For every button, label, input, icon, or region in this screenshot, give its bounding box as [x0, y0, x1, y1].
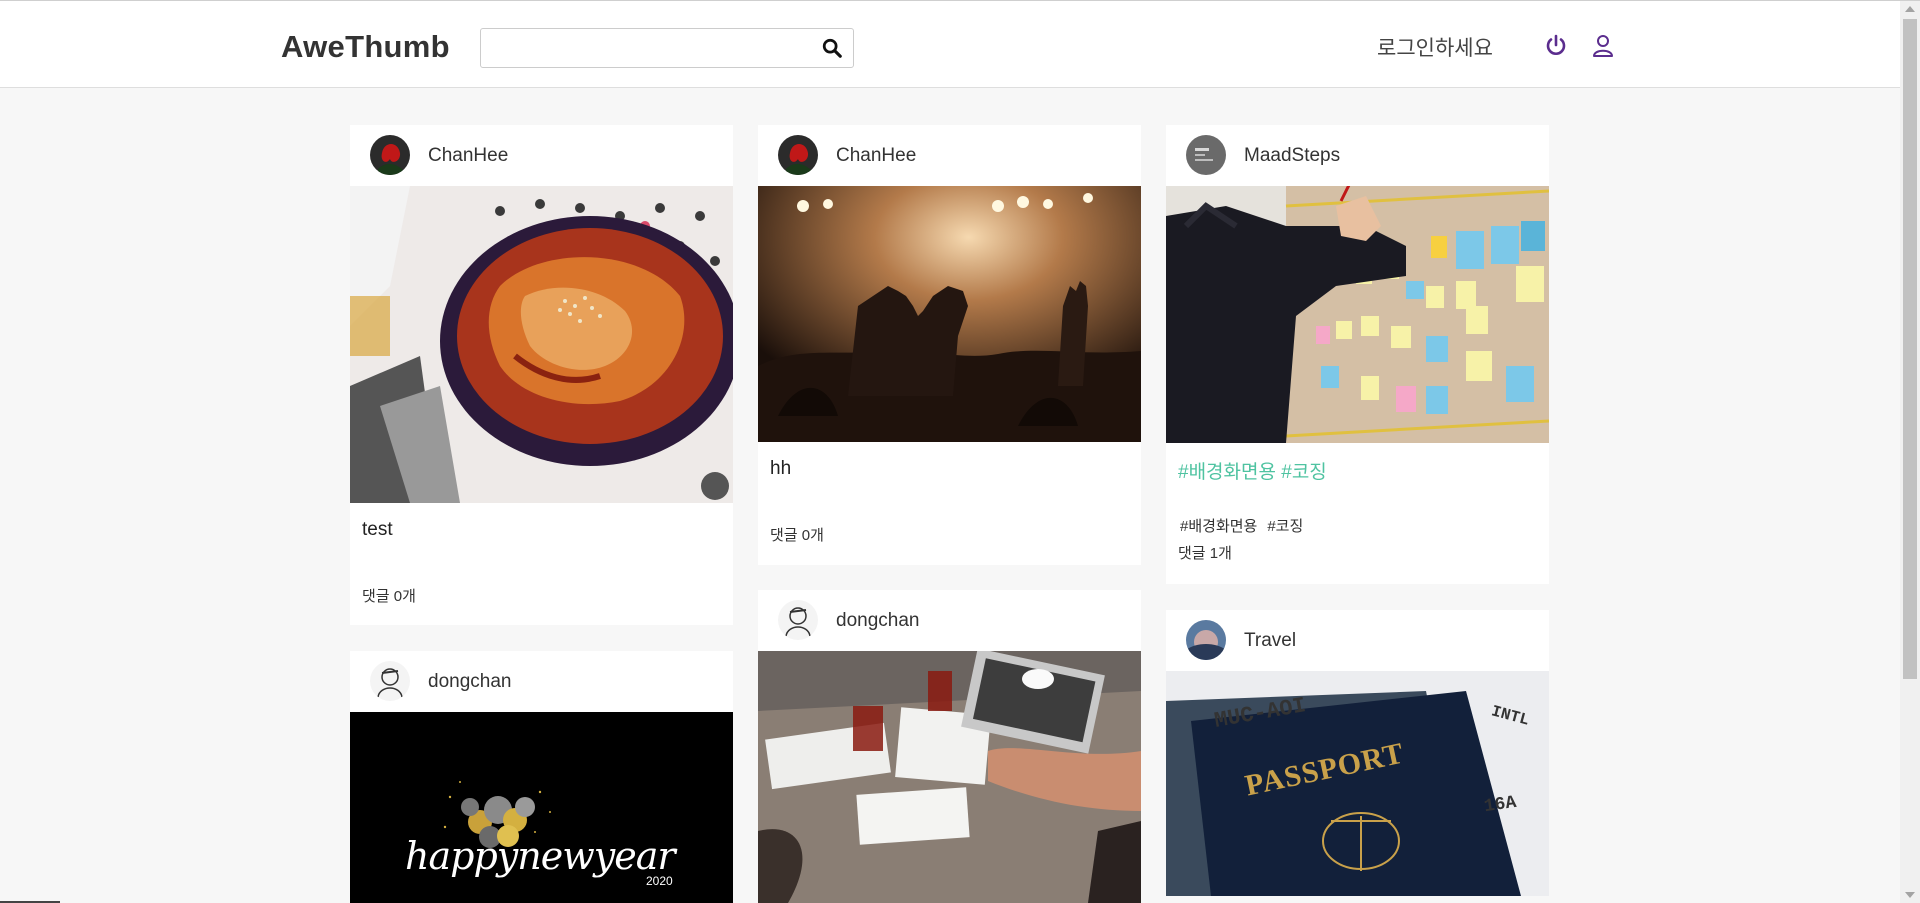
- post-image-passport-ticket[interactable]: MUC-AOI INTL 16A PASSPORT: [1166, 671, 1549, 896]
- post-comment-count[interactable]: 댓글 0개: [350, 585, 733, 606]
- post-card: Travel MUC-AOI INTL 16A PASSPORT: [1166, 610, 1549, 896]
- avatar[interactable]: [370, 135, 410, 175]
- post-username[interactable]: MaadSteps: [1244, 145, 1340, 167]
- post-tags: #배경화면용 #코징: [1166, 515, 1549, 536]
- search-box: [480, 28, 854, 68]
- post-username[interactable]: Travel: [1244, 630, 1296, 652]
- post-image-concert-crowd[interactable]: [758, 186, 1141, 442]
- scroll-up-arrow[interactable]: [1905, 6, 1915, 12]
- post-comment-count[interactable]: 댓글 0개: [758, 524, 1141, 545]
- login-link[interactable]: 로그인하세요: [1377, 32, 1493, 62]
- post-header: Travel: [1166, 610, 1549, 671]
- tag-chip[interactable]: #배경화면용: [1180, 518, 1257, 535]
- power-icon[interactable]: [1544, 34, 1568, 58]
- post-header: ChanHee: [350, 125, 733, 186]
- post-card: dongchan happynewyear 2020: [350, 651, 733, 903]
- vertical-scrollbar[interactable]: [1900, 1, 1920, 903]
- post-username[interactable]: dongchan: [428, 671, 511, 693]
- search-input[interactable]: [489, 35, 803, 63]
- search-icon[interactable]: [821, 37, 843, 59]
- top-navbar: AweThumb 로그인하세요: [0, 1, 1900, 88]
- post-comment-count[interactable]: 댓글 1개: [1166, 542, 1549, 563]
- app-logo[interactable]: AweThumb: [281, 29, 450, 65]
- user-icon[interactable]: [1592, 34, 1614, 58]
- post-card: MaadSteps #배경화면용 #코징 #배경화면용 #코징 댓글 1개: [1166, 125, 1549, 584]
- avatar[interactable]: [778, 600, 818, 640]
- avatar[interactable]: [370, 661, 410, 701]
- avatar[interactable]: [778, 135, 818, 175]
- post-image-cafe-table[interactable]: [758, 651, 1141, 903]
- post-header: MaadSteps: [1166, 125, 1549, 186]
- post-header: dongchan: [758, 590, 1141, 651]
- post-card: ChanHee hh 댓글 0개: [758, 125, 1141, 565]
- scrollbar-thumb[interactable]: [1903, 19, 1917, 679]
- post-username[interactable]: dongchan: [836, 610, 919, 632]
- post-username[interactable]: ChanHee: [836, 145, 916, 167]
- post-image-sticky-notes-board[interactable]: [1166, 186, 1549, 443]
- post-caption: hh: [770, 458, 792, 479]
- post-username[interactable]: ChanHee: [428, 145, 508, 167]
- post-image-food-bowl[interactable]: [350, 186, 733, 503]
- post-card: dongchan: [758, 590, 1141, 903]
- image-year: 2020: [646, 874, 673, 888]
- tag-chip[interactable]: #코징: [1267, 518, 1303, 535]
- image-text: happynewyear: [405, 834, 676, 878]
- avatar[interactable]: [1186, 620, 1226, 660]
- post-card: ChanHee test 댓글 0개: [350, 125, 733, 625]
- post-image-happy-new-year[interactable]: happynewyear 2020: [350, 712, 733, 903]
- post-header: ChanHee: [758, 125, 1141, 186]
- post-header: dongchan: [350, 651, 733, 712]
- post-caption: #배경화면용 #코징: [1178, 462, 1327, 483]
- post-caption: test: [362, 519, 393, 540]
- avatar[interactable]: [1186, 135, 1226, 175]
- scroll-down-arrow[interactable]: [1905, 892, 1915, 898]
